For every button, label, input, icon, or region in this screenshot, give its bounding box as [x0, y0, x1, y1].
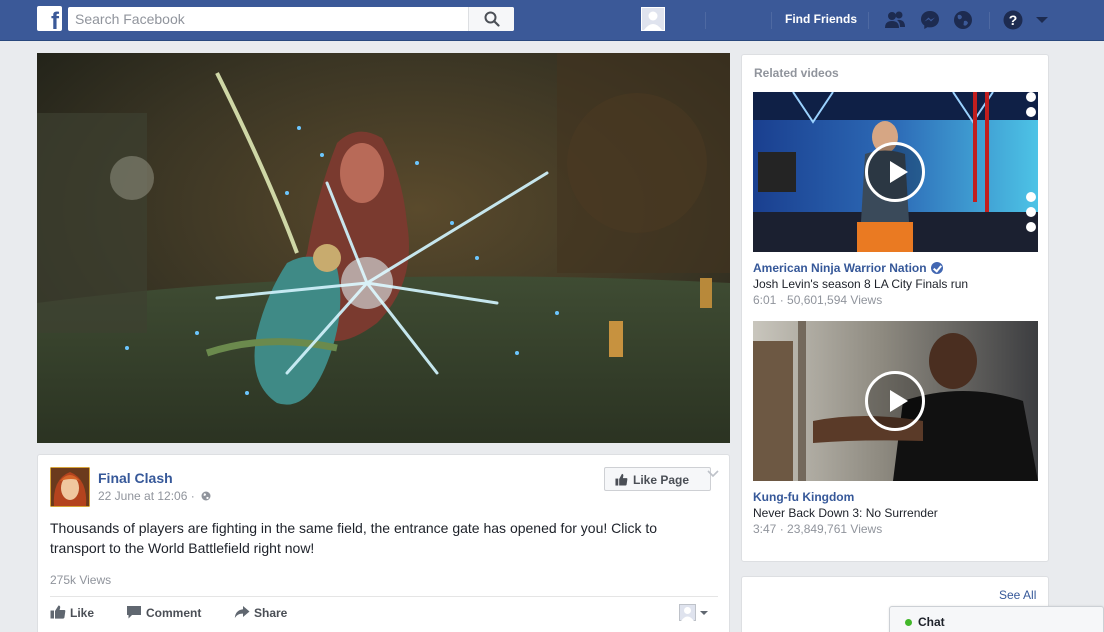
svg-text:?: ? [1009, 12, 1018, 28]
related-video-meta: 6:01 · 50,601,594 Views [753, 293, 883, 307]
default-avatar-icon [642, 8, 664, 30]
friend-requests-icon[interactable] [884, 9, 906, 31]
post-timestamp[interactable]: 22 June at 12:06 · [98, 489, 195, 503]
notifications-globe-icon[interactable] [952, 9, 974, 31]
related-video-channel-link[interactable]: Kung-fu Kingdom [753, 490, 854, 504]
video-frame [37, 53, 730, 443]
post-message: Thousands of players are fighting in the… [50, 520, 658, 556]
related-videos-panel: Related videos American Ninja Warrior Na… [741, 54, 1049, 562]
chevron-down-icon[interactable] [1034, 12, 1050, 28]
view-count: 275k Views [50, 573, 112, 587]
related-video-title[interactable]: Josh Levin's season 8 LA City Finals run [753, 277, 968, 291]
search-box [68, 7, 514, 31]
post-options-chevron-icon[interactable] [706, 469, 720, 479]
comment-icon [127, 606, 141, 619]
thumbs-up-icon [615, 473, 628, 486]
chat-bar[interactable]: Chat [889, 606, 1104, 632]
verified-badge-icon [930, 262, 943, 274]
related-video-title[interactable]: Never Back Down 3: No Surrender [753, 506, 938, 520]
top-navigation-bar: f Find Friends ? [0, 0, 1104, 41]
related-videos-heading: Related videos [754, 66, 839, 80]
see-all-link[interactable]: See All [999, 588, 1036, 602]
divider [705, 12, 706, 29]
divider [50, 596, 718, 597]
search-input[interactable] [68, 7, 468, 31]
post-card: Final Clash 22 June at 12:06 · Like Page… [37, 454, 730, 632]
profile-avatar[interactable] [641, 7, 665, 31]
page-avatar[interactable] [50, 467, 90, 507]
related-video-thumbnail[interactable] [753, 92, 1038, 252]
profile-picture-chevron-icon [679, 604, 708, 621]
facebook-logo-icon[interactable]: f [37, 6, 62, 34]
search-button[interactable] [468, 7, 514, 31]
public-audience-icon [201, 491, 211, 501]
like-page-button[interactable]: Like Page [604, 467, 711, 491]
play-icon[interactable] [865, 371, 925, 431]
video-player[interactable] [37, 53, 730, 443]
related-video-meta: 3:47 · 23,849,761 Views [753, 522, 883, 536]
page-avatar-image [50, 467, 90, 507]
divider [868, 12, 869, 29]
chat-label: Chat [918, 615, 945, 629]
like-icon [50, 605, 66, 619]
play-icon[interactable] [865, 142, 925, 202]
messenger-icon[interactable] [919, 9, 941, 31]
search-icon [484, 11, 500, 27]
share-icon [234, 606, 250, 618]
related-video-thumbnail[interactable] [753, 321, 1038, 481]
post-as-selector[interactable] [679, 604, 711, 622]
page-name-link[interactable]: Final Clash [98, 470, 173, 486]
find-friends-link[interactable]: Find Friends [785, 12, 857, 26]
online-status-icon [905, 619, 912, 626]
divider [989, 12, 990, 29]
help-icon[interactable]: ? [1002, 9, 1024, 31]
related-video-channel-link[interactable]: American Ninja Warrior Nation [753, 261, 943, 275]
divider [771, 12, 772, 29]
